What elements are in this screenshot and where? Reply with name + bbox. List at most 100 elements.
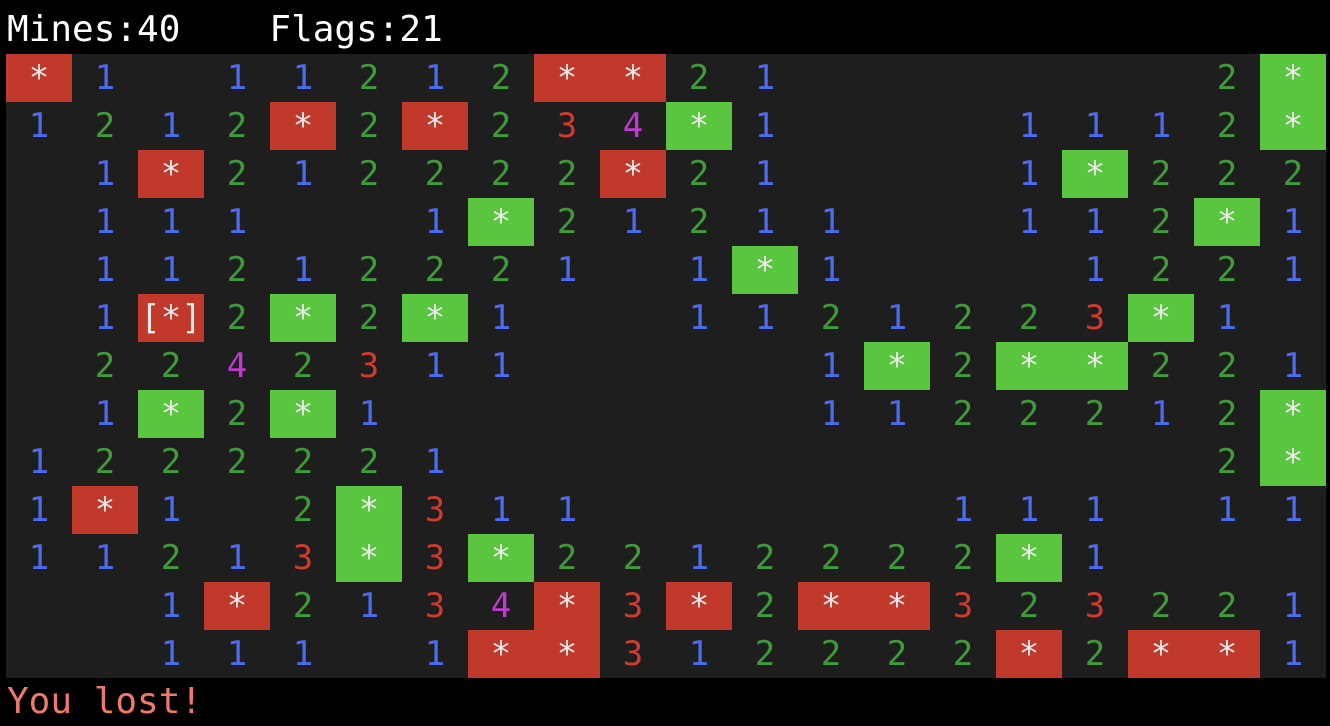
- empty-cell[interactable]: [1260, 294, 1326, 342]
- number-cell[interactable]: 3: [402, 582, 468, 630]
- number-cell[interactable]: 1: [6, 486, 72, 534]
- number-cell[interactable]: 1: [864, 390, 930, 438]
- flagged-mine-cell[interactable]: *: [336, 534, 402, 582]
- empty-cell[interactable]: [138, 54, 204, 102]
- number-cell[interactable]: 2: [402, 246, 468, 294]
- number-cell[interactable]: 1: [996, 198, 1062, 246]
- number-cell[interactable]: 2: [996, 390, 1062, 438]
- flagged-mine-cell[interactable]: *: [468, 198, 534, 246]
- flagged-mine-cell[interactable]: *: [1062, 342, 1128, 390]
- flagged-mine-cell[interactable]: *: [996, 534, 1062, 582]
- empty-cell[interactable]: [930, 246, 996, 294]
- number-cell[interactable]: 1: [6, 102, 72, 150]
- number-cell[interactable]: 1: [270, 630, 336, 678]
- empty-cell[interactable]: [864, 54, 930, 102]
- empty-cell[interactable]: [270, 198, 336, 246]
- flagged-mine-cell[interactable]: *: [468, 534, 534, 582]
- number-cell[interactable]: 2: [1194, 438, 1260, 486]
- number-cell[interactable]: 2: [468, 246, 534, 294]
- number-cell[interactable]: 2: [336, 246, 402, 294]
- number-cell[interactable]: 2: [864, 534, 930, 582]
- number-cell[interactable]: 1: [72, 150, 138, 198]
- number-cell[interactable]: 1: [1260, 342, 1326, 390]
- number-cell[interactable]: 1: [72, 294, 138, 342]
- empty-cell[interactable]: [930, 198, 996, 246]
- number-cell[interactable]: 1: [72, 54, 138, 102]
- number-cell[interactable]: 2: [930, 342, 996, 390]
- number-cell[interactable]: 2: [1128, 150, 1194, 198]
- empty-cell[interactable]: [666, 390, 732, 438]
- number-cell[interactable]: 1: [1062, 246, 1128, 294]
- mine-cell[interactable]: *: [534, 582, 600, 630]
- number-cell[interactable]: 1: [1194, 294, 1260, 342]
- number-cell[interactable]: 1: [732, 198, 798, 246]
- number-cell[interactable]: 1: [864, 294, 930, 342]
- empty-cell[interactable]: [6, 630, 72, 678]
- number-cell[interactable]: 2: [798, 630, 864, 678]
- number-cell[interactable]: 1: [402, 630, 468, 678]
- number-cell[interactable]: 2: [732, 630, 798, 678]
- number-cell[interactable]: 3: [600, 582, 666, 630]
- empty-cell[interactable]: [930, 438, 996, 486]
- empty-cell[interactable]: [600, 342, 666, 390]
- number-cell[interactable]: 1: [1062, 534, 1128, 582]
- empty-cell[interactable]: [666, 438, 732, 486]
- empty-cell[interactable]: [534, 438, 600, 486]
- empty-cell[interactable]: [1194, 534, 1260, 582]
- flagged-mine-cell[interactable]: *: [402, 294, 468, 342]
- empty-cell[interactable]: [666, 486, 732, 534]
- number-cell[interactable]: 1: [72, 198, 138, 246]
- mine-cell[interactable]: *: [6, 54, 72, 102]
- number-cell[interactable]: 2: [534, 534, 600, 582]
- number-cell[interactable]: 1: [6, 534, 72, 582]
- number-cell[interactable]: 4: [204, 342, 270, 390]
- empty-cell[interactable]: [1128, 486, 1194, 534]
- flagged-mine-cell[interactable]: *: [1194, 198, 1260, 246]
- number-cell[interactable]: 2: [1194, 342, 1260, 390]
- number-cell[interactable]: 1: [138, 102, 204, 150]
- number-cell[interactable]: 2: [732, 534, 798, 582]
- empty-cell[interactable]: [6, 390, 72, 438]
- number-cell[interactable]: 3: [402, 534, 468, 582]
- number-cell[interactable]: 3: [270, 534, 336, 582]
- empty-cell[interactable]: [6, 294, 72, 342]
- empty-cell[interactable]: [798, 54, 864, 102]
- number-cell[interactable]: 1: [1260, 582, 1326, 630]
- number-cell[interactable]: 1: [468, 294, 534, 342]
- empty-cell[interactable]: [336, 630, 402, 678]
- mine-cell[interactable]: *: [1128, 630, 1194, 678]
- number-cell[interactable]: 3: [930, 582, 996, 630]
- empty-cell[interactable]: [402, 390, 468, 438]
- number-cell[interactable]: 3: [1062, 294, 1128, 342]
- empty-cell[interactable]: [1128, 54, 1194, 102]
- number-cell[interactable]: 2: [1194, 54, 1260, 102]
- empty-cell[interactable]: [468, 390, 534, 438]
- number-cell[interactable]: 1: [336, 390, 402, 438]
- number-cell[interactable]: 2: [204, 390, 270, 438]
- flagged-mine-cell[interactable]: *: [864, 342, 930, 390]
- flagged-mine-cell[interactable]: *: [1260, 438, 1326, 486]
- mine-cell[interactable]: *: [534, 54, 600, 102]
- empty-cell[interactable]: [534, 294, 600, 342]
- number-cell[interactable]: 1: [204, 630, 270, 678]
- empty-cell[interactable]: [864, 198, 930, 246]
- empty-cell[interactable]: [864, 102, 930, 150]
- number-cell[interactable]: 2: [336, 438, 402, 486]
- number-cell[interactable]: 3: [1062, 582, 1128, 630]
- empty-cell[interactable]: [930, 150, 996, 198]
- number-cell[interactable]: 2: [204, 246, 270, 294]
- number-cell[interactable]: 2: [1260, 150, 1326, 198]
- flagged-mine-cell[interactable]: *: [1260, 102, 1326, 150]
- mine-cell[interactable]: *: [468, 630, 534, 678]
- flagged-mine-cell[interactable]: *: [996, 342, 1062, 390]
- number-cell[interactable]: 2: [1128, 246, 1194, 294]
- number-cell[interactable]: 2: [204, 294, 270, 342]
- number-cell[interactable]: 3: [534, 102, 600, 150]
- number-cell[interactable]: 1: [732, 294, 798, 342]
- empty-cell[interactable]: [6, 342, 72, 390]
- empty-cell[interactable]: [336, 198, 402, 246]
- empty-cell[interactable]: [996, 54, 1062, 102]
- number-cell[interactable]: 1: [1062, 102, 1128, 150]
- empty-cell[interactable]: [1062, 438, 1128, 486]
- number-cell[interactable]: 2: [336, 54, 402, 102]
